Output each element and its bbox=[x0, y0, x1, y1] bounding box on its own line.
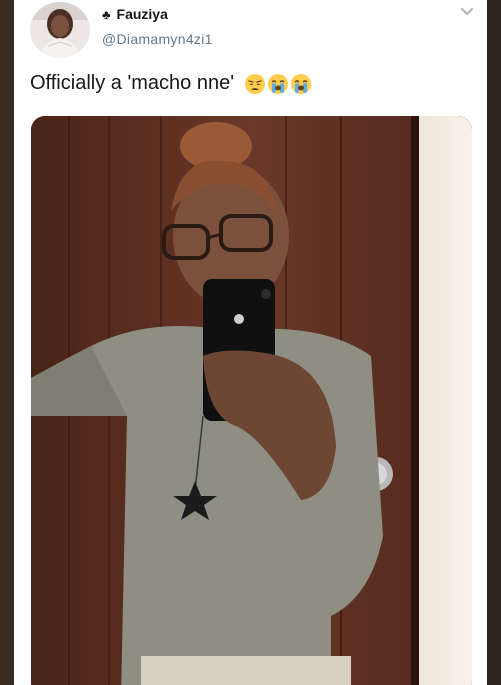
name-row: ♣ Fauziya bbox=[102, 6, 168, 22]
tweet-text-row: Officially a 'macho nne' bbox=[30, 72, 312, 95]
avatar-image bbox=[30, 2, 90, 58]
tweet-photo[interactable] bbox=[31, 116, 472, 685]
club-suit-icon: ♣ bbox=[102, 6, 111, 22]
right-frame-edge bbox=[487, 0, 501, 685]
mirror-selfie-image bbox=[31, 116, 472, 685]
display-name[interactable]: Fauziya bbox=[117, 6, 168, 22]
chevron-down-icon[interactable] bbox=[459, 5, 475, 19]
loudly-crying-face-emoji-icon bbox=[291, 73, 312, 94]
user-handle[interactable]: @Diamamyn4zi1 bbox=[102, 31, 213, 47]
loudly-crying-face-emoji-icon bbox=[268, 73, 289, 94]
left-frame-edge bbox=[0, 0, 14, 685]
weary-face-emoji-icon bbox=[245, 73, 266, 94]
avatar[interactable] bbox=[30, 2, 90, 58]
tweet-card: ♣ Fauziya @Diamamyn4zi1 Officially a 'ma… bbox=[14, 0, 487, 685]
tweet-text: Officially a 'macho nne' bbox=[30, 72, 235, 94]
emoji-group bbox=[244, 73, 312, 95]
